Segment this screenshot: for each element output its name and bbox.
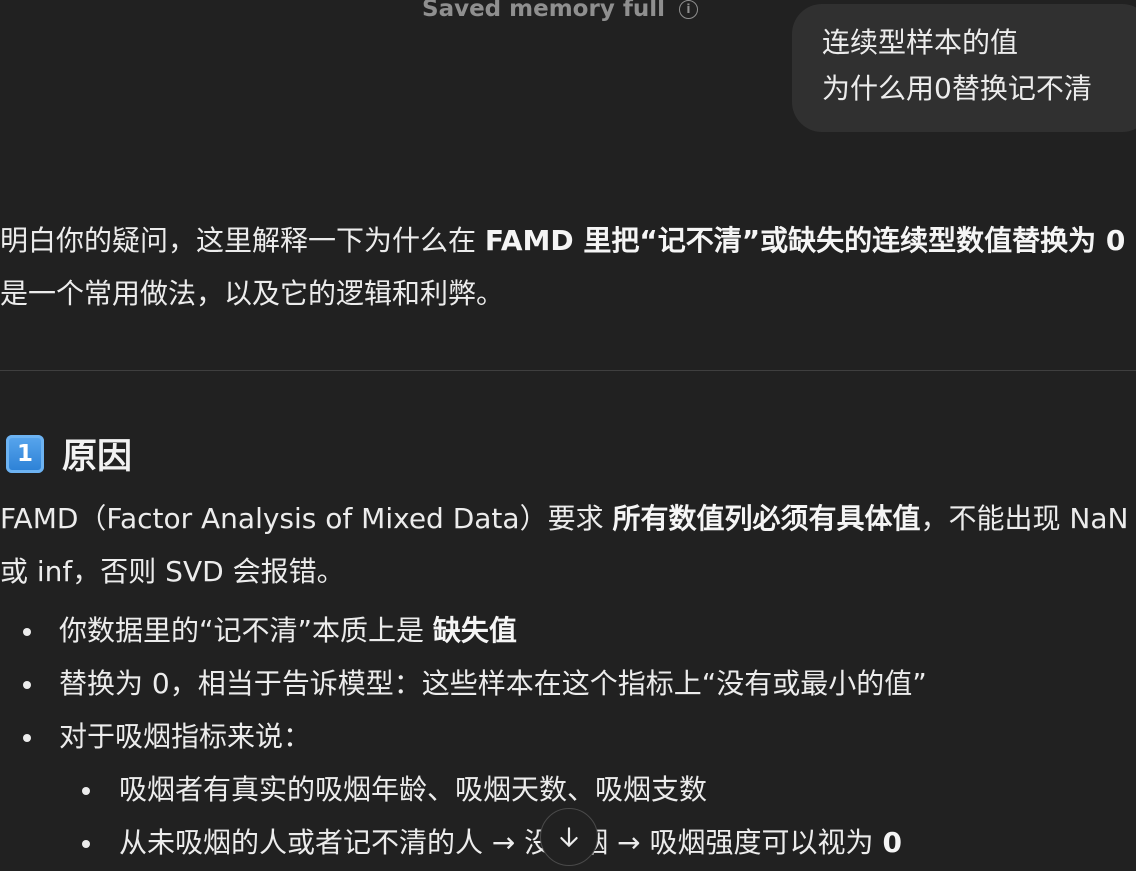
list-item: 替换为 0，相当于告诉模型：这些样本在这个指标上“没有或最小的值” [0,657,927,710]
sub-list-item: 从未吸烟的人或者记不清的人 → 没吸烟 → 吸烟强度可以视为 0 [59,816,927,869]
sub-list-item-text: 从未吸烟的人或者记不清的人 → 没吸烟 → 吸烟强度可以视为 [119,826,883,859]
section-title: 原因 [62,437,133,477]
list-item: 你数据里的“记不清”本质上是 缺失值 [0,604,927,657]
list-item-bold: 缺失值 [432,614,517,647]
sub-list-item-text: 吸烟者有真实的吸烟年龄、吸烟天数、吸烟支数 [119,773,708,806]
sub-list: 吸烟者有真实的吸烟年龄、吸烟天数、吸烟支数 从未吸烟的人或者记不清的人 → 没吸… [59,763,927,869]
section-heading: 1 原因 [6,428,132,479]
sub-list-item-bold: 0 [882,826,902,859]
chat-page: Saved memory full i 连续型样本的值 为什么用0替换记不清 明… [0,0,1136,871]
reason-list: 你数据里的“记不清”本质上是 缺失值 替换为 0，相当于告诉模型：这些样本在这个… [0,604,927,869]
arrow-down-icon [560,827,578,847]
list-item: 对于吸烟指标来说： 吸烟者有真实的吸烟年龄、吸烟天数、吸烟支数 从未吸烟的人或者… [0,710,927,869]
assistant-intro: 明白你的疑问，这里解释一下为什么在 FAMD 里把“记不清”或缺失的连续型数值替… [0,214,1136,320]
intro-text-2: 是一个常用做法，以及它的逻辑和利弊。 [0,277,505,310]
paragraph-text-1: FAMD（Factor Analysis of Mixed Data）要求 [0,502,613,535]
info-icon[interactable]: i [678,0,698,19]
list-item-text: 对于吸烟指标来说： [59,720,312,753]
user-message-line-2: 为什么用0替换记不清 [822,72,1092,105]
paragraph-bold: 所有数值列必须有具体值 [612,502,921,535]
user-message-bubble: 连续型样本的值 为什么用0替换记不清 [792,4,1136,132]
list-item-text: 你数据里的“记不清”本质上是 [59,614,433,647]
sub-list-item: 吸烟者有真实的吸烟年龄、吸烟天数、吸烟支数 [59,763,927,816]
intro-text-1: 明白你的疑问，这里解释一下为什么在 [0,224,485,257]
keycap-one-icon: 1 [6,434,44,473]
section-divider [0,370,1136,371]
user-message-line-1: 连续型样本的值 [822,26,1019,59]
famd-paragraph: FAMD（Factor Analysis of Mixed Data）要求 所有… [0,492,1136,598]
list-item-text: 替换为 0，相当于告诉模型：这些样本在这个指标上“没有或最小的值” [59,667,927,700]
intro-bold: FAMD 里把“记不清”或缺失的连续型数值替换为 0 [484,224,1126,257]
memory-full-banner[interactable]: Saved memory full i [422,0,698,24]
scroll-to-bottom-button[interactable] [540,808,598,866]
memory-banner-label: Saved memory full [422,0,665,22]
